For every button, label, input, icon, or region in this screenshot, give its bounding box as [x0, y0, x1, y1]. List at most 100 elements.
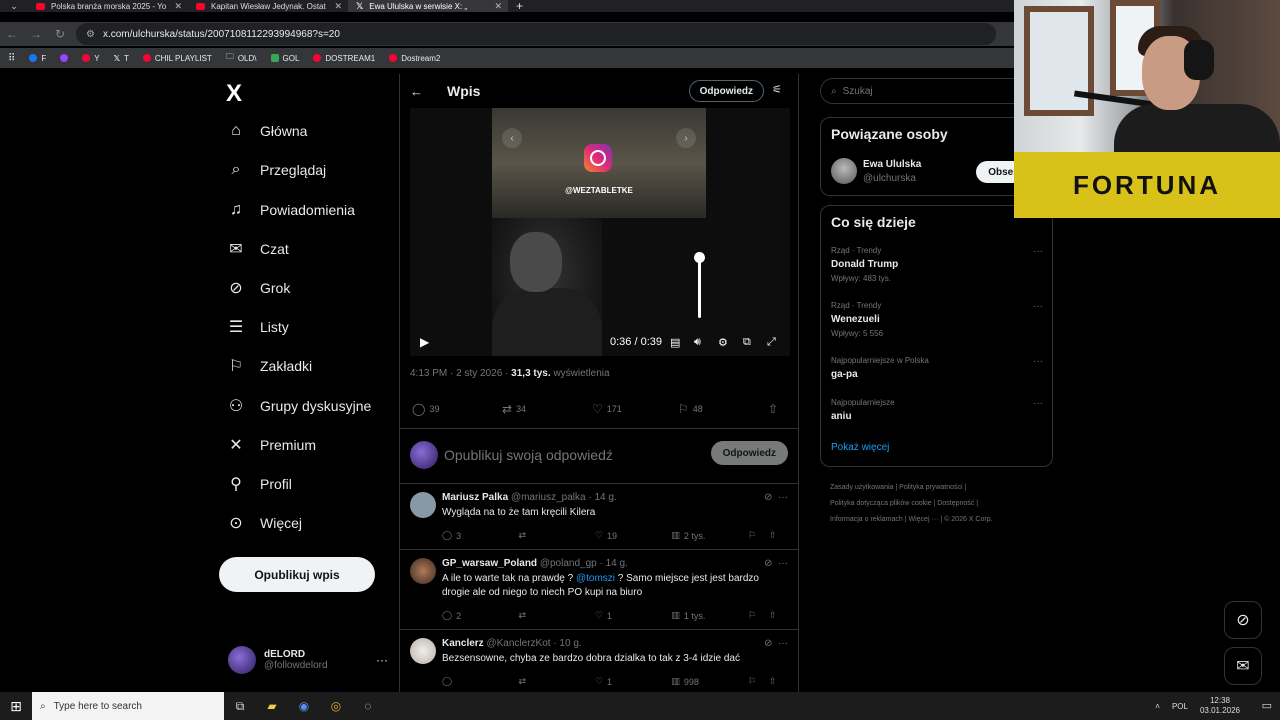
account-switcher[interactable]: dELORD @followdelord ···	[228, 646, 388, 674]
bookmark-item[interactable]: F	[29, 54, 46, 63]
repost-action[interactable]: ⇄	[518, 676, 594, 687]
trend-item[interactable]: Rząd · Trendy Donald Trump Wpływy: 483 t…	[831, 246, 1043, 283]
more-icon[interactable]: ···	[376, 653, 388, 667]
like-action[interactable]: ♡ 19	[595, 530, 671, 541]
new-tab-button[interactable]: +	[508, 0, 531, 13]
reply-action[interactable]: ◯ 2	[442, 610, 518, 621]
more-icon[interactable]: ···	[1033, 356, 1043, 367]
nav-explore[interactable]: ⌕ Przeglądaj	[226, 160, 327, 180]
share-action[interactable]: ⇧	[769, 676, 788, 687]
footer-link[interactable]: Dostępność	[937, 500, 974, 507]
task-view-icon[interactable]: ⧉	[224, 692, 256, 720]
volume-icon[interactable]: 🔊︎	[694, 336, 701, 349]
more-icon[interactable]: ···	[778, 558, 788, 569]
bookmark-action[interactable]: ⚐ 48	[678, 402, 768, 416]
trend-item[interactable]: Rząd · Trendy Wenezueli Wpływy: 5 556 ··…	[831, 301, 1043, 338]
reload-icon[interactable]: ↻	[48, 27, 72, 41]
taskbar-search[interactable]: ⌕ Type here to search	[32, 692, 224, 720]
notification-icon[interactable]: ▭	[1262, 699, 1272, 712]
close-icon[interactable]: ✕	[494, 1, 502, 12]
bookmark-action[interactable]: ⚐	[748, 530, 769, 541]
footer-link[interactable]: Polityka prywatności	[899, 484, 962, 491]
share-action[interactable]: ⇧	[769, 530, 788, 541]
browser-tab-1[interactable]: Polska branża morska 2025 - Yo ✕	[28, 0, 188, 12]
grok-icon[interactable]: ⊘	[764, 638, 772, 649]
views-action[interactable]: ▥ 2 tys.	[671, 530, 747, 541]
show-more-link[interactable]: Pokaż więcej	[831, 442, 889, 453]
reply-sort-button[interactable]: Odpowiedz	[688, 80, 764, 102]
obs-icon[interactable]: ◌	[352, 692, 384, 720]
footer-link[interactable]: Zasady użytkowania	[830, 484, 893, 491]
reply-item[interactable]: GP_warsaw_Poland @poland_gp · 14 g. ⊘ ··…	[400, 550, 798, 630]
browser-tab-3[interactable]: 𝕏 Ewa Ululska w serwisie X: „ ✕	[348, 0, 508, 12]
trend-item[interactable]: Najpopularniejsze aniu ···	[831, 398, 1043, 422]
like-action[interactable]: ♡ 1	[595, 676, 671, 687]
bookmark-item[interactable]: Dostream2	[389, 54, 440, 63]
video-player[interactable]: ‹ › @WEZTABLETKE ▶ 0:36 / 0:39 ▤ 🔊︎ ⚙ ⧉ …	[410, 108, 790, 356]
nav-lists[interactable]: ☰ Listy	[226, 317, 289, 337]
nav-chat[interactable]: ✉ Czat	[226, 239, 289, 259]
back-icon[interactable]: ←	[0, 27, 24, 41]
reply-action[interactable]: ◯ 3	[442, 530, 518, 541]
reply-item[interactable]: Kanclerz @KanclerzKot · 10 g. ⊘ ··· Bezs…	[400, 630, 798, 692]
play-icon[interactable]: ▶	[420, 335, 429, 349]
more-icon[interactable]: ···	[1033, 246, 1043, 257]
grok-float-button[interactable]: ⊘	[1224, 601, 1262, 639]
nav-profile[interactable]: ⚲ Profil	[226, 474, 292, 494]
footer-link[interactable]: Polityka dotycząca plików cookie	[830, 500, 932, 507]
site-info-icon[interactable]: ⚙	[86, 29, 95, 40]
share-action[interactable]: ⇧	[768, 402, 778, 416]
nav-premium[interactable]: ✕ Premium	[226, 435, 316, 455]
language-indicator[interactable]: POL	[1172, 702, 1188, 711]
nav-more[interactable]: ⊙ Więcej	[226, 513, 302, 533]
bookmark-folder[interactable]: 🗀 OLD\	[226, 51, 257, 65]
reply-action[interactable]: ◯ 39	[412, 402, 502, 416]
footer-link[interactable]: Informacja o reklamach	[830, 516, 903, 523]
bookmark-item[interactable]: 𝕏T	[114, 54, 129, 63]
repost-action[interactable]: ⇄ 34	[502, 402, 592, 416]
nav-grok[interactable]: ⊘ Grok	[226, 278, 290, 298]
fullscreen-icon[interactable]: ⤢	[767, 336, 776, 349]
messages-float-button[interactable]: ✉	[1224, 647, 1262, 685]
post-button[interactable]: Opublikuj wpis	[219, 557, 375, 592]
footer-link[interactable]: Więcej ···	[909, 516, 939, 523]
mention-link[interactable]: @tomszi	[576, 573, 615, 584]
nav-communities[interactable]: ⚇ Grupy dyskusyjne	[226, 396, 371, 416]
chrome-icon[interactable]: ◎	[320, 692, 352, 720]
more-icon[interactable]: ···	[778, 638, 788, 649]
repost-action[interactable]: ⇄	[518, 530, 594, 541]
filter-icon[interactable]: ⚟	[772, 83, 782, 96]
close-icon[interactable]: ✕	[334, 1, 342, 12]
views-action[interactable]: ▥ 998	[671, 676, 747, 687]
more-icon[interactable]: ···	[778, 492, 788, 503]
more-icon[interactable]: ···	[1033, 398, 1043, 409]
reply-input[interactable]: Opublikuj swoją odpowiedź	[444, 447, 613, 463]
apps-icon[interactable]: ⠿	[8, 53, 15, 64]
like-action[interactable]: ♡ 1	[595, 610, 671, 621]
avatar[interactable]	[831, 158, 857, 184]
grok-icon[interactable]: ⊘	[764, 492, 772, 503]
reply-item[interactable]: Mariusz Palka @mariusz_palka · 14 g. ⊘ ·…	[400, 484, 798, 550]
settings-icon[interactable]: ⚙	[718, 336, 728, 349]
views-action[interactable]: ▥ 1 tys.	[671, 610, 747, 621]
browser-tab-2[interactable]: Kapitan Wiesław Jedynak. Ostat ✕	[188, 0, 348, 12]
reply-action[interactable]: ◯	[442, 676, 518, 687]
bookmark-item[interactable]: CHIL PLAYLIST	[142, 54, 212, 63]
bookmark-item[interactable]: DOSTREAM1	[313, 54, 375, 63]
trend-item[interactable]: Najpopularniejsze w Polska ga-pa ···	[831, 356, 1043, 380]
repost-action[interactable]: ⇄	[518, 610, 594, 621]
reply-button[interactable]: Odpowiedz	[710, 441, 788, 465]
like-action[interactable]: ♡ 171	[592, 402, 678, 416]
volume-slider[interactable]	[698, 256, 701, 318]
more-icon[interactable]: ···	[1033, 301, 1043, 312]
app-icon[interactable]: ◉	[288, 692, 320, 720]
nav-notifications[interactable]: ♫ Powiadomienia	[226, 200, 355, 220]
close-icon[interactable]: ✕	[174, 1, 182, 12]
file-explorer-icon[interactable]: ▰	[256, 692, 288, 720]
bookmark-action[interactable]: ⚐	[748, 676, 769, 687]
forward-icon[interactable]: →	[24, 27, 48, 41]
back-arrow-icon[interactable]: ←	[410, 84, 423, 99]
bookmark-item[interactable]: Y	[82, 54, 100, 63]
bookmark-action[interactable]: ⚐	[748, 610, 769, 621]
picture-in-picture-icon[interactable]: ⧉	[743, 336, 751, 349]
